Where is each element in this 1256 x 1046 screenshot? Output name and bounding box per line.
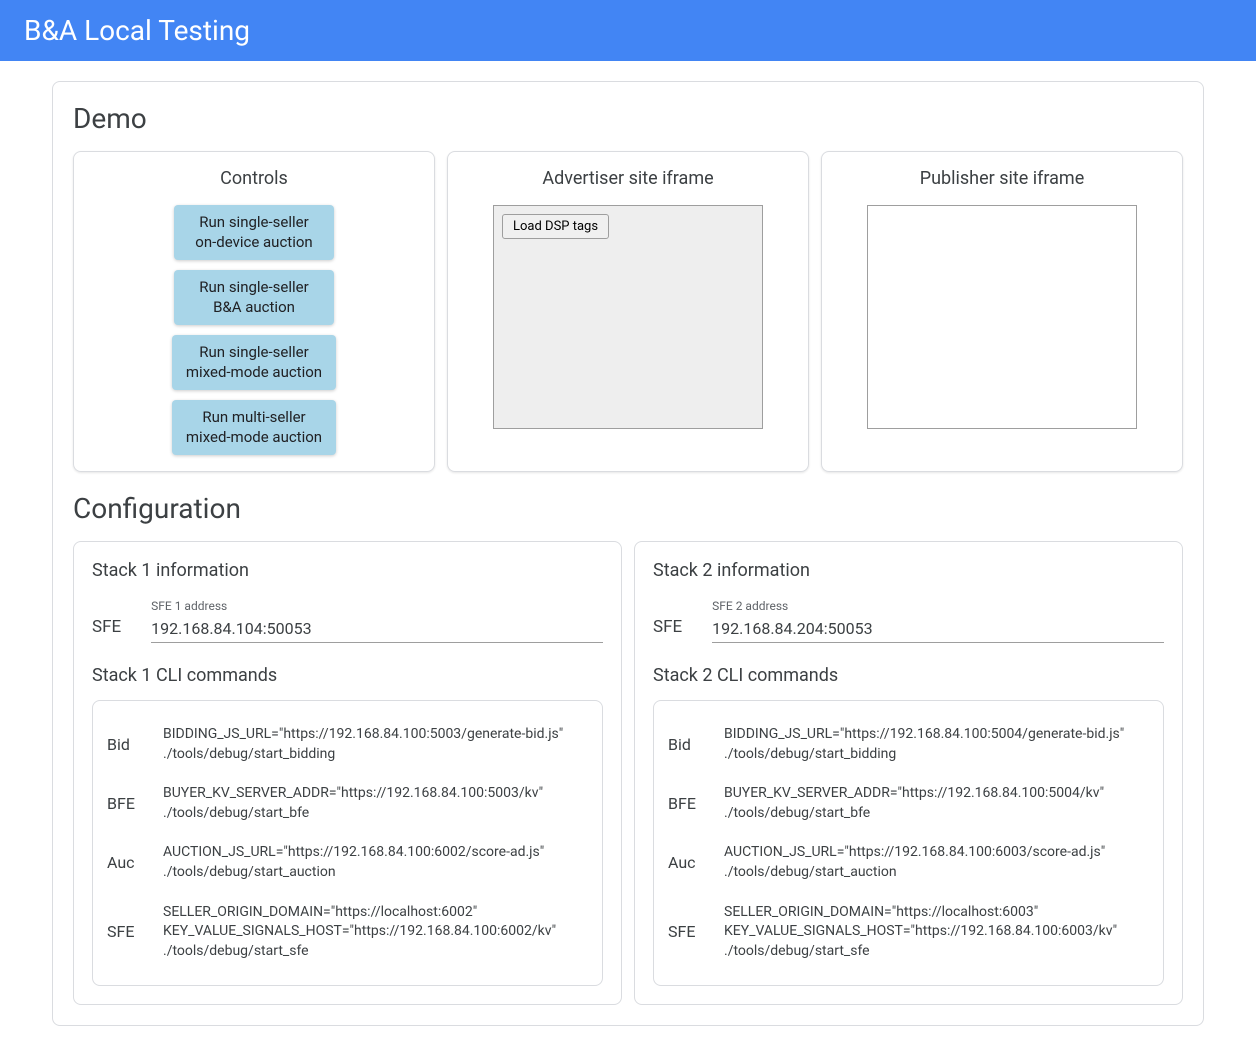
advertiser-iframe: Load DSP tags — [493, 205, 763, 429]
stack-1-cli-title: Stack 1 CLI commands — [92, 665, 603, 686]
stack-1-sfe-tag: SFE — [107, 922, 145, 941]
stack-2-cli-box: Bid BIDDING_JS_URL="https://192.168.84.1… — [653, 700, 1164, 986]
stack-2-bfe-row: BFE BUYER_KV_SERVER_ADDR="https://192.16… — [668, 774, 1149, 833]
demo-section: Demo Controls Run single-seller on-devic… — [52, 81, 1204, 1026]
stack-2-sfe-row-cmd: SFE SELLER_ORIGIN_DOMAIN="https://localh… — [668, 893, 1149, 972]
run-multi-seller-mixed-button[interactable]: Run multi-seller mixed-mode auction — [172, 400, 336, 455]
stack-2-bfe-tag: BFE — [668, 794, 706, 813]
advertiser-title: Advertiser site iframe — [464, 168, 792, 189]
publisher-title: Publisher site iframe — [838, 168, 1166, 189]
stack-1-auc-tag: Auc — [107, 853, 145, 872]
run-single-seller-mixed-button[interactable]: Run single-seller mixed-mode auction — [172, 335, 336, 390]
publisher-iframe — [867, 205, 1137, 429]
config-title: Configuration — [73, 492, 1183, 525]
stack-2-bid-tag: Bid — [668, 735, 706, 754]
stack-2-input-label: SFE 2 address — [712, 599, 1164, 613]
stack-1-input-group: SFE 1 address — [151, 599, 603, 643]
load-dsp-tags-button[interactable]: Load DSP tags — [502, 214, 609, 239]
demo-title: Demo — [73, 102, 1183, 135]
app-header: B&A Local Testing — [0, 0, 1256, 61]
controls-panel: Controls Run single-seller on-device auc… — [73, 151, 435, 472]
controls-title: Controls — [90, 168, 418, 189]
main-content: Demo Controls Run single-seller on-devic… — [0, 61, 1256, 1046]
stack-1-bfe-cmd: BUYER_KV_SERVER_ADDR="https://192.168.84… — [163, 784, 543, 823]
stack-2-sfe-row: SFE SFE 2 address — [653, 599, 1164, 643]
stack-2-sfe-label: SFE — [653, 617, 682, 643]
stack-2-title: Stack 2 information — [653, 560, 1164, 581]
sfe-2-address-input[interactable] — [712, 615, 1164, 643]
stack-2-cli-title: Stack 2 CLI commands — [653, 665, 1164, 686]
stack-1-auc-cmd: AUCTION_JS_URL="https://192.168.84.100:6… — [163, 843, 544, 882]
stack-2-auc-row: Auc AUCTION_JS_URL="https://192.168.84.1… — [668, 833, 1149, 892]
stack-2-bfe-cmd: BUYER_KV_SERVER_ADDR="https://192.168.84… — [724, 784, 1104, 823]
stack-1-cli-box: Bid BIDDING_JS_URL="https://192.168.84.1… — [92, 700, 603, 986]
run-single-seller-on-device-button[interactable]: Run single-seller on-device auction — [174, 205, 334, 260]
stack-2-sfe-cmd: SELLER_ORIGIN_DOMAIN="https://localhost:… — [724, 903, 1117, 962]
stack-2-auc-cmd: AUCTION_JS_URL="https://192.168.84.100:6… — [724, 843, 1105, 882]
stack-1-sfe-row: SFE SFE 1 address — [92, 599, 603, 643]
run-single-seller-ba-button[interactable]: Run single-seller B&A auction — [174, 270, 334, 325]
stack-1-sfe-cmd: SELLER_ORIGIN_DOMAIN="https://localhost:… — [163, 903, 556, 962]
stack-2-sfe-tag: SFE — [668, 922, 706, 941]
stack-1-bid-cmd: BIDDING_JS_URL="https://192.168.84.100:5… — [163, 725, 563, 764]
app-title: B&A Local Testing — [24, 14, 250, 47]
stack-1-bfe-row: BFE BUYER_KV_SERVER_ADDR="https://192.16… — [107, 774, 588, 833]
demo-panels: Controls Run single-seller on-device auc… — [73, 151, 1183, 472]
stack-1-sfe-label: SFE — [92, 617, 121, 643]
advertiser-panel: Advertiser site iframe Load DSP tags — [447, 151, 809, 472]
stack-2-panel: Stack 2 information SFE SFE 2 address St… — [634, 541, 1183, 1005]
sfe-1-address-input[interactable] — [151, 615, 603, 643]
stack-1-panel: Stack 1 information SFE SFE 1 address St… — [73, 541, 622, 1005]
stack-1-bid-row: Bid BIDDING_JS_URL="https://192.168.84.1… — [107, 715, 588, 774]
stack-1-sfe-row-cmd: SFE SELLER_ORIGIN_DOMAIN="https://localh… — [107, 893, 588, 972]
stack-1-auc-row: Auc AUCTION_JS_URL="https://192.168.84.1… — [107, 833, 588, 892]
stacks-container: Stack 1 information SFE SFE 1 address St… — [73, 541, 1183, 1005]
stack-1-title: Stack 1 information — [92, 560, 603, 581]
stack-2-input-group: SFE 2 address — [712, 599, 1164, 643]
publisher-panel: Publisher site iframe — [821, 151, 1183, 472]
stack-2-bid-row: Bid BIDDING_JS_URL="https://192.168.84.1… — [668, 715, 1149, 774]
stack-1-bfe-tag: BFE — [107, 794, 145, 813]
stack-1-bid-tag: Bid — [107, 735, 145, 754]
stack-2-bid-cmd: BIDDING_JS_URL="https://192.168.84.100:5… — [724, 725, 1124, 764]
controls-buttons: Run single-seller on-device auction Run … — [90, 205, 418, 455]
stack-2-auc-tag: Auc — [668, 853, 706, 872]
stack-1-input-label: SFE 1 address — [151, 599, 603, 613]
